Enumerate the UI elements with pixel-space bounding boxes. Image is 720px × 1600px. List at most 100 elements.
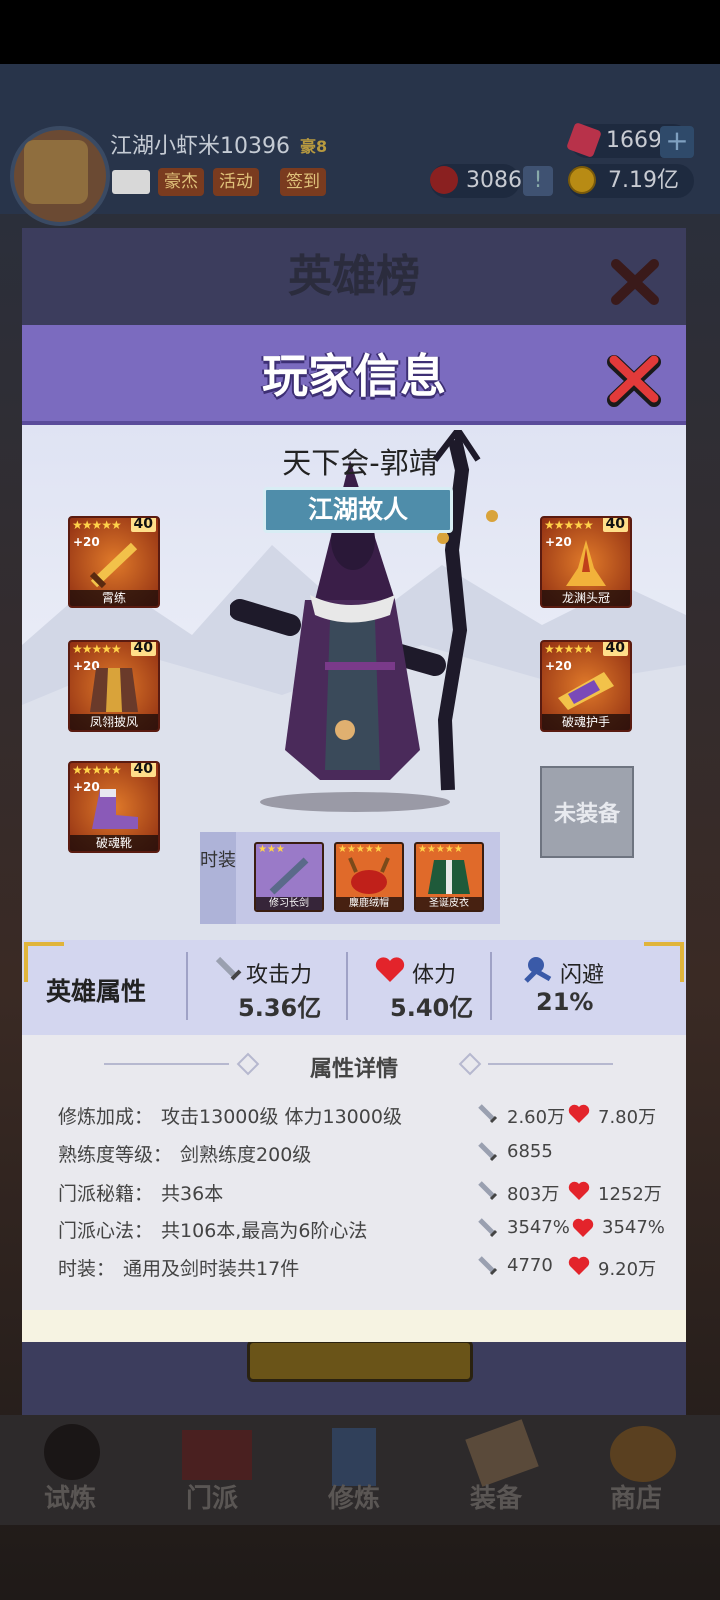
detail-label: 修炼加成：	[58, 1106, 154, 1128]
empty-slot-label: 未装备	[553, 802, 620, 827]
corner-ornament	[644, 942, 684, 982]
attack-sword-icon	[478, 1181, 498, 1201]
detail-row: 门派秘籍： 共36本	[58, 1179, 223, 1206]
divider	[346, 952, 348, 1020]
detail-text: 通用及剑时装共17件	[123, 1258, 300, 1280]
avatar-image	[24, 140, 88, 204]
christmas-coat-icon	[428, 860, 470, 894]
detail-attack-value: 2.60万	[507, 1107, 566, 1128]
cape-icon	[90, 668, 138, 712]
fashion-label-box	[200, 832, 236, 924]
detail-label: 熟练度等级：	[58, 1144, 173, 1166]
nav-label-sect: 门派	[185, 1484, 238, 1514]
detail-text: 剑熟练度200级	[180, 1144, 312, 1166]
equip-slot-weapon[interactable]: ★★★★★ 40 +20 霄练	[68, 516, 160, 608]
heart-icon	[568, 1104, 590, 1123]
detail-row: 门派心法： 共106本,最高为6阶心法	[58, 1216, 367, 1243]
nav-label-equipment: 装备	[469, 1484, 522, 1514]
ranking-panel-title: 英雄榜	[288, 251, 420, 302]
heart-icon	[375, 957, 405, 982]
detail-attack-value: 3547%	[507, 1217, 570, 1238]
detail-row: 时装： 通用及剑时装共17件	[58, 1254, 299, 1281]
mail-icon[interactable]	[112, 170, 150, 194]
heart-icon	[572, 1218, 594, 1237]
gems-value: 1669	[606, 128, 662, 153]
heart-icon	[568, 1181, 590, 1200]
dodge-label: 闪避	[560, 963, 605, 988]
attack-sword-icon	[478, 1142, 498, 1162]
ninja-icon	[44, 1424, 100, 1480]
hp-value: 5.40亿	[390, 994, 474, 1022]
equip-name: 凤翎披风	[70, 714, 158, 730]
attack-sword-icon	[478, 1218, 498, 1238]
attribute-details-title: 属性详情	[309, 1057, 398, 1082]
equip-slot-cape[interactable]: ★★★★★ 40 +20 凤翎披风	[68, 640, 160, 732]
attack-sword-icon	[478, 1256, 498, 1276]
player-info-title: 玩家信息	[262, 349, 446, 403]
hp-label: 体力	[412, 963, 457, 988]
tag-button-hero[interactable]: 豪杰	[158, 168, 204, 196]
detail-label: 门派心法：	[58, 1220, 154, 1242]
token-info-button[interactable]: !	[523, 166, 553, 196]
shop-icon	[610, 1426, 676, 1482]
equip-slot-helmet[interactable]: ★★★★★ 40 +20 龙渊头冠	[540, 516, 632, 608]
crown-icon	[566, 540, 606, 586]
equip-slot-boots[interactable]: ★★★★★ 40 +20 破魂靴	[68, 761, 160, 853]
equip-name: 破魂靴	[70, 835, 158, 851]
gauntlet-icon	[558, 672, 614, 710]
detail-text: 共36本	[161, 1183, 224, 1205]
ranking-close-icon[interactable]	[610, 258, 660, 306]
fashion-slot-sword[interactable]: ★★★ 修习长剑	[254, 842, 324, 912]
nav-label-trial: 试炼	[43, 1484, 96, 1514]
temple-icon	[182, 1430, 252, 1480]
fashion-label: 时装	[200, 850, 236, 871]
heart-icon	[568, 1256, 590, 1275]
gold-value: 7.19亿	[608, 168, 679, 193]
detail-label: 门派秘籍：	[58, 1183, 154, 1205]
equip-name: 龙渊头冠	[542, 590, 630, 606]
player-name: 江湖小虾米10396	[110, 134, 290, 159]
gold-coin-icon	[568, 166, 596, 194]
tag-button-checkin[interactable]: 签到	[280, 168, 326, 196]
divider	[490, 952, 492, 1020]
vip-badge: 豪8	[300, 137, 328, 156]
ranking-action-button[interactable]	[247, 1340, 473, 1382]
nav-label-cultivate: 修炼	[327, 1484, 380, 1514]
reindeer-hat-icon	[348, 857, 390, 894]
fashion-slot-hat[interactable]: ★★★★★ 麋鹿绒帽	[334, 842, 404, 912]
long-sword-icon	[269, 857, 309, 895]
sword-icon	[89, 542, 138, 589]
nav-label-shop: 商店	[609, 1484, 662, 1514]
tokens-value: 3086	[466, 168, 522, 193]
divider	[186, 952, 188, 1020]
hero-title: 江湖故人	[307, 495, 408, 524]
hero-name: 天下会-郭靖	[282, 446, 438, 480]
dodge-value: 21%	[536, 988, 594, 1016]
detail-label: 时装：	[58, 1258, 116, 1280]
fashion-slot-coat[interactable]: ★★★★★ 圣诞皮衣	[414, 842, 484, 912]
equip-slot-gauntlet[interactable]: ★★★★★ 40 +20 破魂护手	[540, 640, 632, 732]
popup-footer	[22, 1310, 686, 1342]
detail-text: 攻击13000级 体力13000级	[161, 1106, 402, 1128]
attack-sword-icon	[215, 956, 242, 981]
detail-hp-value: 7.80万	[598, 1107, 657, 1128]
attack-sword-icon	[478, 1104, 498, 1124]
detail-hp-value: 3547%	[602, 1217, 665, 1238]
token-icon	[430, 166, 458, 194]
detail-attack-value: 4770	[507, 1255, 553, 1276]
status-bar	[0, 0, 720, 64]
add-gems-button[interactable]: +	[660, 126, 694, 158]
equip-name: 霄练	[70, 590, 158, 606]
close-icon[interactable]	[606, 352, 662, 408]
attack-label: 攻击力	[246, 963, 313, 988]
detail-row: 修炼加成： 攻击13000级 体力13000级	[58, 1102, 402, 1129]
tag-button-activity[interactable]: 活动	[213, 168, 259, 196]
detail-row: 熟练度等级： 剑熟练度200级	[58, 1140, 311, 1167]
detail-text: 共106本,最高为6阶心法	[161, 1220, 368, 1242]
attack-value: 5.36亿	[238, 994, 322, 1022]
detail-hp-value: 9.20万	[598, 1259, 657, 1280]
boot-icon	[92, 789, 138, 829]
equip-name: 破魂护手	[542, 714, 630, 730]
detail-attack-value: 6855	[507, 1141, 553, 1162]
hero-stats-title: 英雄属性	[46, 977, 147, 1006]
